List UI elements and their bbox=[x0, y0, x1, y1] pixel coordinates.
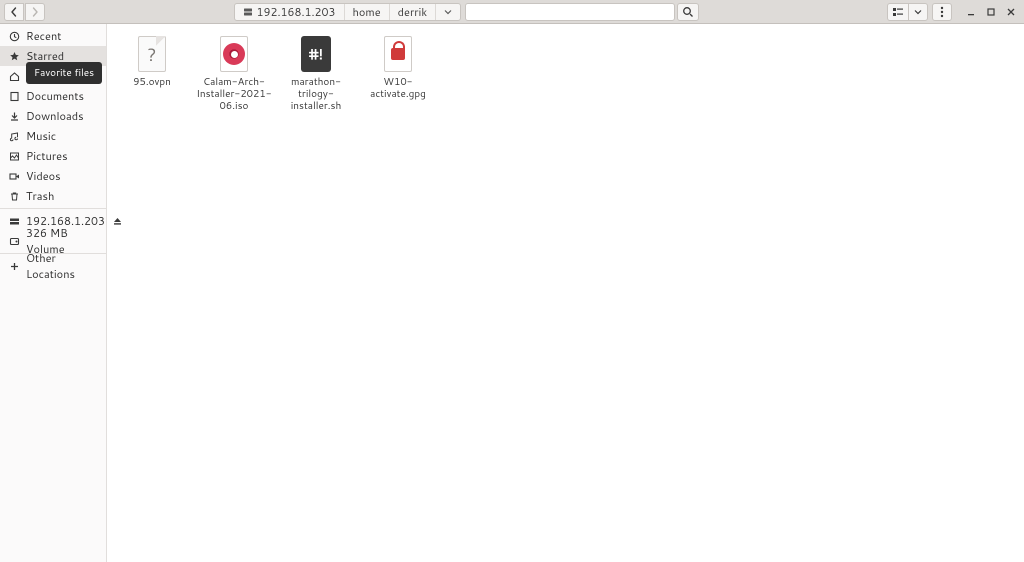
clock-icon bbox=[8, 31, 20, 42]
picture-icon bbox=[8, 151, 20, 162]
sidebar-item-label: Videos bbox=[26, 168, 61, 184]
sidebar-item-trash[interactable]: Trash bbox=[0, 186, 106, 206]
location-bar: 192.168.1.203 home derrik bbox=[234, 3, 462, 21]
disk-icon bbox=[8, 236, 20, 247]
minimize-icon bbox=[966, 7, 976, 17]
sidebar-item-label: Recent bbox=[26, 28, 61, 44]
tooltip: Favorite files bbox=[26, 62, 102, 84]
sidebar-separator bbox=[0, 208, 106, 209]
sidebar-item-downloads[interactable]: Downloads bbox=[0, 106, 106, 126]
file-label: W10-activate.gpg bbox=[360, 76, 436, 100]
arrow-right-icon bbox=[30, 7, 40, 17]
header-right bbox=[887, 3, 1020, 21]
file-script-icon: #! bbox=[298, 34, 334, 74]
sidebar-item-videos[interactable]: Videos bbox=[0, 166, 106, 186]
search-icon bbox=[682, 6, 694, 18]
home-icon bbox=[8, 71, 20, 82]
crumb-server[interactable]: 192.168.1.203 bbox=[235, 4, 345, 20]
file-item[interactable]: W10-activate.gpg bbox=[357, 32, 439, 100]
sidebar: Recent Starred Favorite files Documents bbox=[0, 24, 107, 562]
sidebar-item-label: Music bbox=[26, 128, 56, 144]
trash-icon bbox=[8, 191, 20, 202]
window-close-button[interactable] bbox=[1002, 3, 1020, 21]
crumb-dropdown[interactable] bbox=[436, 4, 460, 20]
back-button[interactable] bbox=[4, 3, 24, 21]
file-item[interactable]: #! marathon-trilogy-installer.sh bbox=[275, 32, 357, 112]
file-encrypted-icon bbox=[380, 34, 416, 74]
sidebar-item-label: Documents bbox=[26, 88, 84, 104]
document-icon bbox=[8, 91, 20, 102]
close-icon bbox=[1006, 7, 1016, 17]
sidebar-item-label: Other Locations bbox=[26, 250, 98, 282]
crumb-home-label: home bbox=[353, 4, 381, 20]
download-icon bbox=[8, 111, 20, 122]
sidebar-item-label: Pictures bbox=[26, 148, 68, 164]
file-label: Calam-Arch-Installer-2021-06.iso bbox=[196, 76, 272, 112]
forward-button[interactable] bbox=[25, 3, 45, 21]
header-center: 192.168.1.203 home derrik bbox=[47, 3, 885, 21]
crumb-user-label: derrik bbox=[398, 4, 427, 20]
sidebar-item-pictures[interactable]: Pictures bbox=[0, 146, 106, 166]
crumb-user[interactable]: derrik bbox=[390, 4, 436, 20]
maximize-icon bbox=[986, 7, 996, 17]
file-item[interactable]: Calam-Arch-Installer-2021-06.iso bbox=[193, 32, 275, 112]
file-iso-icon bbox=[216, 34, 252, 74]
sidebar-item-documents[interactable]: Documents bbox=[0, 86, 106, 106]
network-icon bbox=[8, 216, 20, 227]
window-maximize-button[interactable] bbox=[982, 3, 1000, 21]
crumb-server-label: 192.168.1.203 bbox=[257, 4, 336, 20]
video-icon bbox=[8, 171, 20, 182]
file-unknown-icon: ? bbox=[134, 34, 170, 74]
search-button[interactable] bbox=[677, 3, 699, 21]
music-icon bbox=[8, 131, 20, 142]
arrow-left-icon bbox=[9, 7, 19, 17]
server-icon bbox=[243, 7, 253, 17]
sidebar-mount-volume[interactable]: 326 MB Volume bbox=[0, 231, 106, 251]
sidebar-item-label: Downloads bbox=[26, 108, 84, 124]
crumb-home[interactable]: home bbox=[345, 4, 390, 20]
eject-icon[interactable] bbox=[111, 217, 123, 226]
main-split: Recent Starred Favorite files Documents bbox=[0, 24, 1024, 562]
chevron-down-icon bbox=[914, 8, 922, 16]
star-icon bbox=[8, 51, 20, 62]
path-input[interactable] bbox=[465, 3, 674, 21]
sidebar-item-label: Trash bbox=[26, 188, 54, 204]
list-view-icon bbox=[892, 7, 904, 17]
view-toggle-button[interactable] bbox=[887, 3, 909, 21]
hamburger-menu-button[interactable] bbox=[932, 3, 952, 21]
file-grid[interactable]: ? 95.ovpn Calam-Arch-Installer-2021-06.i… bbox=[107, 24, 1024, 562]
file-item[interactable]: ? 95.ovpn bbox=[111, 32, 193, 88]
file-label: marathon-trilogy-installer.sh bbox=[278, 76, 354, 112]
chevron-down-icon bbox=[444, 8, 452, 16]
plus-icon bbox=[8, 261, 20, 272]
sidebar-item-recent[interactable]: Recent bbox=[0, 26, 106, 46]
sidebar-item-music[interactable]: Music bbox=[0, 126, 106, 146]
sidebar-other-locations[interactable]: Other Locations bbox=[0, 256, 106, 276]
window-minimize-button[interactable] bbox=[962, 3, 980, 21]
kebab-icon bbox=[937, 6, 947, 18]
view-options-button[interactable] bbox=[908, 3, 928, 21]
file-label: 95.ovpn bbox=[133, 76, 171, 88]
sidebar-item-starred[interactable]: Starred Favorite files bbox=[0, 46, 106, 66]
headerbar: 192.168.1.203 home derrik bbox=[0, 0, 1024, 24]
